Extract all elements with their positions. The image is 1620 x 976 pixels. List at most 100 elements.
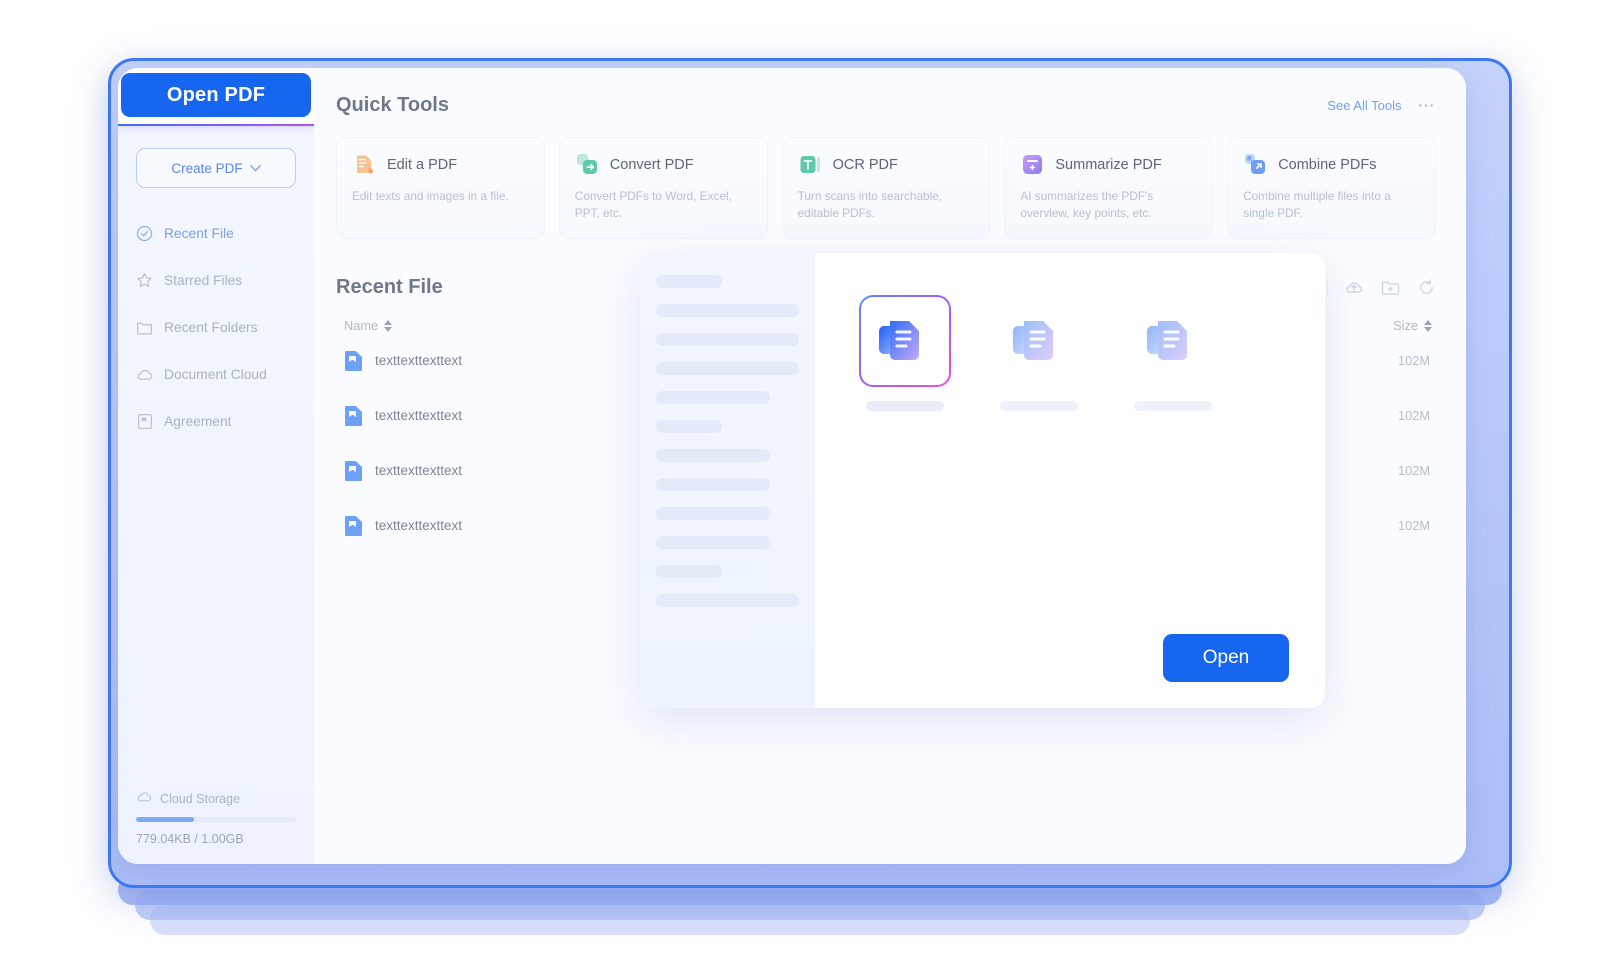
document-thumb-caption-placeholder [1134, 401, 1212, 411]
skeleton-line [656, 275, 722, 288]
file-size: 102M [1397, 518, 1430, 534]
cloud-icon [136, 366, 153, 383]
tool-card-summarize-pdf[interactable]: Summarize PDF AI summarizes the PDF's ov… [1004, 137, 1214, 240]
skeleton-line [656, 362, 799, 375]
document-thumb[interactable] [1127, 295, 1219, 387]
skeleton-line [656, 536, 771, 549]
tool-description: AI summarizes the PDF's overview, key po… [1020, 189, 1154, 221]
cloud-upload-icon[interactable] [1344, 278, 1364, 298]
pdf-file-icon [344, 460, 363, 482]
file-size: 102M [1397, 353, 1430, 369]
document-thumbnail-item[interactable] [993, 295, 1085, 411]
file-size: 102M [1397, 408, 1430, 424]
quick-tools-header: Quick Tools See All Tools ⋯ [336, 94, 1436, 117]
toolbar-divider [1327, 279, 1328, 297]
tool-name: Combine PDFs [1278, 156, 1377, 173]
file-name: texttexttexttext [375, 408, 463, 424]
sidebar-item-agreement[interactable]: Agreement [118, 398, 314, 445]
document-thumb-caption-placeholder [866, 401, 944, 411]
sidebar-item-starred-files[interactable]: Starred Files [118, 257, 314, 304]
cloud-storage-label: Cloud Storage [160, 791, 240, 806]
sidebar-nav: Recent File Starred Files Recent Folders… [118, 210, 314, 445]
sidebar-item-document-cloud[interactable]: Document Cloud [118, 351, 314, 398]
sidebar-item-label: Recent File [164, 226, 234, 241]
document-thumb-icon [1143, 309, 1203, 374]
open-pdf-highlight: Open PDF [118, 68, 321, 127]
see-all-tools-link[interactable]: See All Tools [1327, 98, 1401, 113]
tool-description: Convert PDFs to Word, Excel, PPT, etc. [574, 189, 732, 221]
skeleton-line [656, 565, 722, 578]
tool-card-ocr-pdf[interactable]: OCR PDF Turn scans into searchable, edit… [781, 137, 991, 240]
sort-arrows-icon [1424, 319, 1432, 332]
tool-name: Convert PDF [609, 156, 694, 173]
document-thumb-icon [1009, 309, 1069, 374]
skeleton-line [656, 304, 799, 317]
open-pdf-button[interactable]: Open PDF [121, 73, 311, 117]
column-header-name[interactable]: Name [344, 318, 393, 333]
refresh-icon[interactable] [1416, 278, 1436, 298]
tool-description: Turn scans into searchable, editable PDF… [797, 189, 943, 221]
document-thumb-selected[interactable] [859, 295, 951, 387]
modal-skeleton-pane [640, 253, 815, 708]
convert-pdf-icon [575, 152, 600, 177]
tool-card-combine-pdfs[interactable]: Combine PDFs Combine multiple files into… [1227, 137, 1436, 240]
tool-name: Summarize PDF [1055, 156, 1162, 173]
chevron-down-icon [249, 164, 261, 172]
create-pdf-button[interactable]: Create PDF [136, 148, 296, 188]
modal-footer: Open [859, 634, 1289, 682]
file-size: 102M [1397, 463, 1430, 479]
folder-icon [136, 319, 153, 336]
skeleton-line [656, 594, 799, 607]
ocr-pdf-icon [798, 152, 823, 177]
document-thumb[interactable] [993, 295, 1085, 387]
modal-body: Open [815, 253, 1325, 708]
main-content: Quick Tools See All Tools ⋯ Edit a PDF E… [314, 68, 1466, 864]
more-options-icon[interactable]: ⋯ [1418, 96, 1437, 116]
create-pdf-label: Create PDF [171, 160, 243, 176]
sort-arrows-icon [384, 319, 393, 332]
cloud-storage-progress-bar [136, 817, 296, 822]
tool-card-edit-a-pdf[interactable]: Edit a PDF Edit texts and images in a fi… [336, 137, 545, 240]
column-label: Size [1393, 318, 1418, 334]
tool-card-convert-pdf[interactable]: Convert PDF Convert PDFs to Word, Excel,… [558, 137, 768, 240]
document-thumb-caption-placeholder [1000, 401, 1078, 411]
cloud-storage-section: Cloud Storage 779.04KB / 1.00GB [118, 791, 314, 846]
pdf-file-icon [344, 350, 363, 372]
cloud-storage-header: Cloud Storage [136, 791, 296, 806]
file-name: texttexttexttext [375, 463, 463, 479]
document-thumbnail-item[interactable] [859, 295, 951, 411]
skeleton-line [656, 391, 771, 404]
quick-tools-list: Edit a PDF Edit texts and images in a fi… [336, 137, 1436, 240]
skeleton-line [656, 420, 722, 433]
document-thumbnail-list [859, 295, 1289, 411]
open-button[interactable]: Open [1163, 634, 1289, 682]
file-name: texttexttexttext [375, 353, 463, 369]
combine-pdfs-icon [1243, 152, 1268, 177]
document-thumbnail-item[interactable] [1127, 295, 1219, 411]
sidebar-item-recent-folders[interactable]: Recent Folders [118, 304, 314, 351]
document-thumb-icon [875, 309, 935, 374]
tool-description: Edit texts and images in a file. [352, 189, 509, 203]
new-folder-icon[interactable] [1380, 278, 1400, 298]
file-name: texttexttexttext [375, 518, 463, 534]
sidebar-item-label: Recent Folders [164, 320, 258, 335]
tool-name: Edit a PDF [387, 156, 458, 173]
sidebar-item-recent-file[interactable]: Recent File [118, 210, 314, 257]
star-icon [136, 272, 153, 289]
skeleton-line [656, 333, 799, 346]
document-icon [136, 413, 153, 430]
sidebar-item-label: Document Cloud [164, 367, 267, 382]
quick-tools-actions: See All Tools ⋯ [1327, 96, 1436, 116]
tool-name: OCR PDF [832, 156, 898, 173]
skeleton-line [656, 449, 771, 462]
sidebar-item-label: Agreement [164, 414, 232, 429]
recent-file-title: Recent File [336, 276, 443, 299]
skeleton-line [656, 507, 771, 520]
sidebar: Open PDF Create PDF Recent File Starred … [118, 68, 321, 864]
open-file-modal: Open [640, 253, 1325, 708]
tool-description: Combine multiple files into a single PDF… [1243, 189, 1391, 221]
skeleton-line [656, 478, 771, 491]
cloud-icon [136, 791, 152, 806]
cloud-storage-progress-fill [136, 817, 194, 822]
column-header-size[interactable]: Size [1393, 318, 1432, 333]
